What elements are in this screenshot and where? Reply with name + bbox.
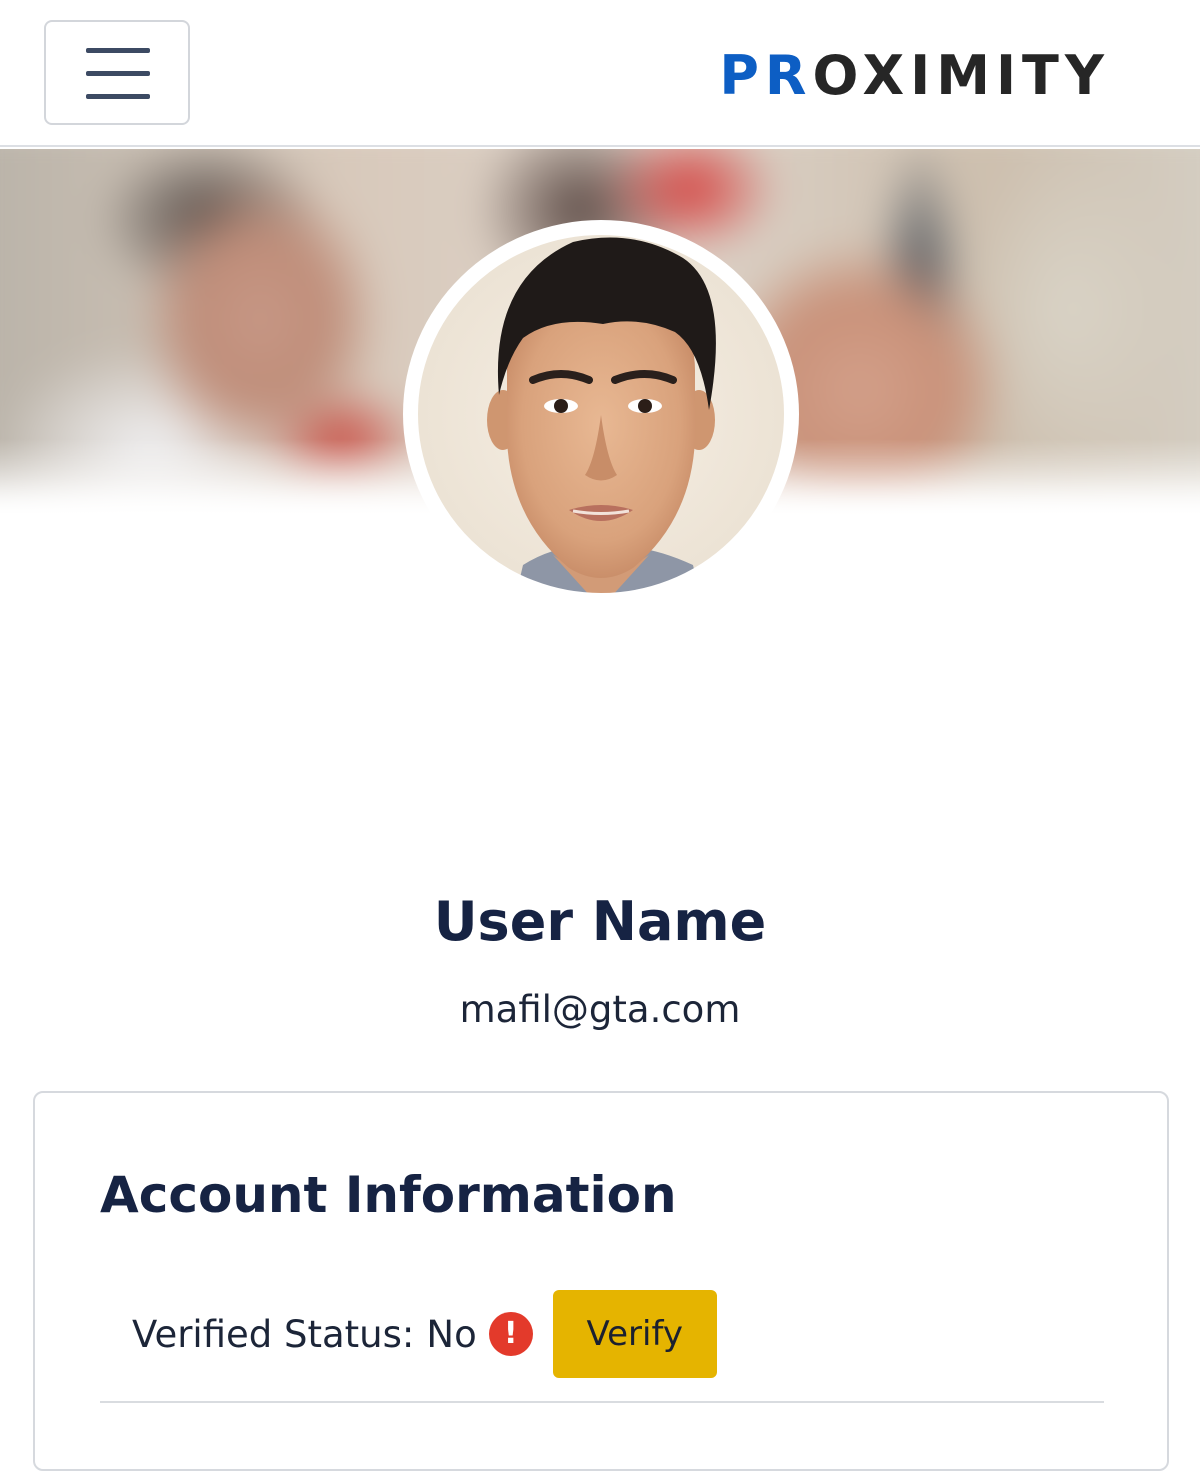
user-email: mafil@gta.com <box>459 988 741 1031</box>
verified-status-label: Verified Status: <box>132 1312 415 1356</box>
profile-avatar <box>403 220 799 608</box>
verified-status-value: No <box>426 1312 477 1356</box>
account-information-card: Account Information Verified Status: No … <box>33 1091 1169 1471</box>
user-name: User Name <box>433 890 767 953</box>
brand-logo[interactable]: PROXIMITY <box>719 44 1110 108</box>
profile-photo <box>412 229 790 599</box>
top-navbar: PROXIMITY <box>0 0 1200 147</box>
card-title: Account Information <box>100 1166 677 1224</box>
brand-logo-rest: OXIMITY <box>812 44 1110 107</box>
menu-toggle-button[interactable] <box>44 20 190 125</box>
divider <box>100 1401 1104 1403</box>
verified-status-row: Verified Status: No ! Verify <box>132 1289 717 1379</box>
verify-button[interactable]: Verify <box>552 1290 717 1378</box>
exclamation-circle-icon: ! <box>488 1312 533 1356</box>
brand-logo-accent: PR <box>719 44 813 107</box>
